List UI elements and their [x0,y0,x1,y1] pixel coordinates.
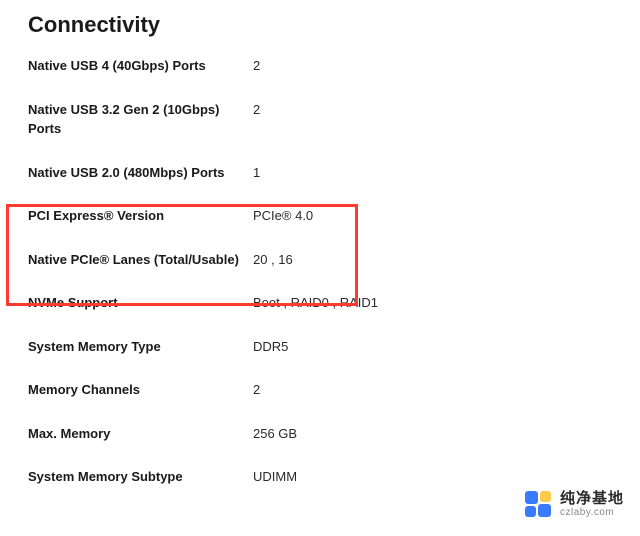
spec-value: UDIMM [253,467,612,487]
spec-row: System Memory Type DDR5 [28,337,612,357]
spec-row: Native USB 4 (40Gbps) Ports 2 [28,56,612,76]
spec-label: System Memory Type [28,337,253,357]
spec-container: Connectivity Native USB 4 (40Gbps) Ports… [0,0,640,487]
spec-row: PCI Express® Version PCIe® 4.0 [28,206,612,226]
watermark-logo-icon [522,488,554,520]
spec-label: NVMe Support [28,293,253,313]
spec-row: Native USB 3.2 Gen 2 (10Gbps) Ports 2 [28,100,612,139]
watermark-main-text: 纯净基地 [560,490,624,507]
spec-row: System Memory Subtype UDIMM [28,467,612,487]
spec-value: 2 [253,56,612,76]
spec-value: 1 [253,163,612,183]
spec-row: Native PCIe® Lanes (Total/Usable) 20 , 1… [28,250,612,270]
watermark-text: 纯净基地 czlaby.com [560,490,624,519]
spec-row: NVMe Support Boot , RAID0 , RAID1 [28,293,612,313]
spec-label: System Memory Subtype [28,467,253,487]
spec-label: Native USB 4 (40Gbps) Ports [28,56,253,76]
spec-value: 2 [253,380,612,400]
spec-row: Memory Channels 2 [28,380,612,400]
spec-label: Memory Channels [28,380,253,400]
spec-label: Native USB 3.2 Gen 2 (10Gbps) Ports [28,100,253,139]
spec-value: Boot , RAID0 , RAID1 [253,293,612,313]
spec-value: 256 GB [253,424,612,444]
spec-value: DDR5 [253,337,612,357]
spec-row: Native USB 2.0 (480Mbps) Ports 1 [28,163,612,183]
watermark-sub-text: czlaby.com [560,507,624,519]
watermark: 纯净基地 czlaby.com [522,488,624,520]
section-title: Connectivity [28,12,612,38]
spec-value: 2 [253,100,612,120]
spec-row: Max. Memory 256 GB [28,424,612,444]
spec-value: PCIe® 4.0 [253,206,612,226]
spec-label: PCI Express® Version [28,206,253,226]
spec-label: Native USB 2.0 (480Mbps) Ports [28,163,253,183]
spec-value: 20 , 16 [253,250,612,270]
spec-label: Native PCIe® Lanes (Total/Usable) [28,250,253,270]
spec-label: Max. Memory [28,424,253,444]
